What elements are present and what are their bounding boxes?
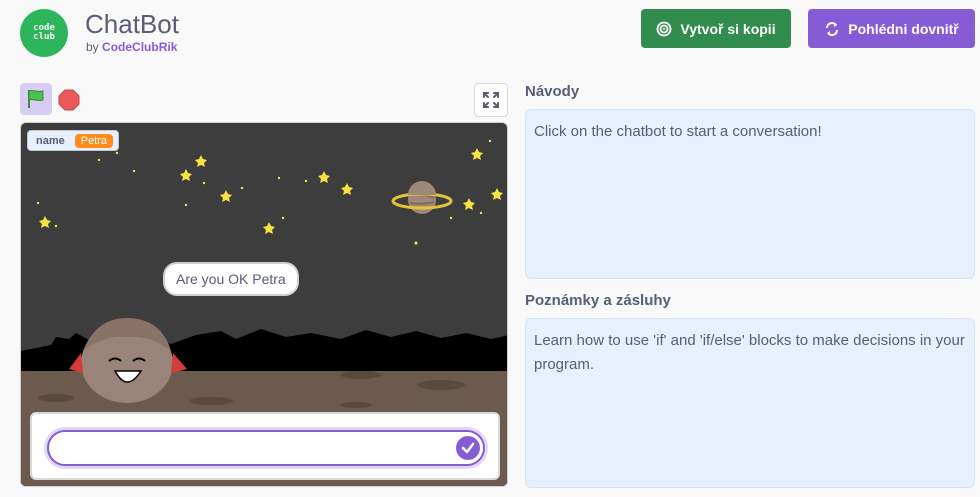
check-icon <box>461 442 475 454</box>
avatar-logo: code club <box>33 24 55 42</box>
notes-text: Learn how to use 'if' and 'if/else' bloc… <box>534 332 965 373</box>
speech-bubble: Are you OK Petra <box>163 262 299 296</box>
instructions-text: Click on the chatbot to start a conversa… <box>534 123 822 140</box>
project-stage[interactable]: name Petra Are you OK Petra <box>20 122 508 487</box>
project-header: code club ChatBot by CodeClubRik Vytvoř … <box>0 0 980 70</box>
stop-icon <box>58 89 80 111</box>
avatar-text-line2: club <box>33 32 55 42</box>
remix-icon <box>657 21 672 36</box>
answer-submit-button[interactable] <box>456 436 480 460</box>
see-inside-button-label: Pohlédni dovnitř <box>848 20 959 37</box>
notes-title: Poznámky a zásluhy <box>525 292 671 309</box>
stop-button[interactable] <box>58 89 80 111</box>
notes-panel: Learn how to use 'if' and 'if/else' bloc… <box>525 318 975 488</box>
fullscreen-icon <box>483 92 499 108</box>
see-inside-button[interactable]: Pohlédni dovnitř <box>808 9 975 48</box>
stage-controls <box>20 83 508 117</box>
instructions-title: Návody <box>525 83 580 100</box>
ask-prompt-box <box>30 412 500 480</box>
see-inside-icon <box>826 21 839 36</box>
remix-button[interactable]: Vytvoř si kopii <box>641 9 791 48</box>
variable-monitor[interactable]: name Petra <box>27 130 120 151</box>
green-flag-icon <box>28 89 44 108</box>
answer-input[interactable] <box>47 430 485 466</box>
variable-name: name <box>36 134 65 147</box>
remix-button-label: Vytvoř si kopii <box>680 20 776 37</box>
author-link[interactable]: CodeClubRik <box>102 40 177 54</box>
green-flag-button[interactable] <box>20 83 52 115</box>
project-byline: by CodeClubRik <box>86 40 177 54</box>
project-title: ChatBot <box>85 9 179 39</box>
author-avatar[interactable]: code club <box>20 9 68 57</box>
byline-prefix: by <box>86 40 99 54</box>
variable-value: Petra <box>74 133 114 148</box>
fullscreen-button[interactable] <box>474 83 508 117</box>
instructions-panel: Click on the chatbot to start a conversa… <box>525 109 975 279</box>
